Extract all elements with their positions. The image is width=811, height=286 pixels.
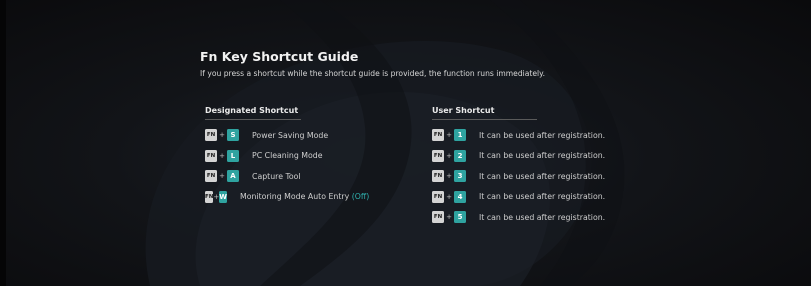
plus-sign: + [446,192,452,201]
key-2-icon: 2 [454,149,466,162]
fn-key-icon: FN [205,190,214,203]
user-shortcut-row-5[interactable]: FN + 5 It can be used after registration… [432,210,632,224]
fn-key-icon: FN [205,149,217,162]
shortcut-row-monitoring-mode[interactable]: FN + W Monitoring Mode Auto Entry (Off) [205,190,369,204]
fn-key-icon: FN [432,170,444,182]
plus-sign: + [219,172,225,180]
designated-shortcut-column: Designated Shortcut FN + S Power Saving … [205,106,369,210]
key-1-icon: 1 [454,129,466,141]
shortcut-label-text: Monitoring Mode Auto Entry [239,192,350,201]
left-edge [0,0,6,286]
shortcut-label: It can be used after registration. [479,130,606,140]
fn-key-icon: FN [432,211,444,223]
designated-shortcut-heading: Designated Shortcut [205,106,301,120]
wallpaper-swirl [145,0,625,286]
plus-sign: + [219,131,225,139]
plus-sign: + [219,151,225,160]
shortcut-label: Monitoring Mode Auto Entry (Off) [240,192,369,201]
page-subtitle: If you press a shortcut while the shortc… [200,69,545,78]
status-badge: (Off) [351,192,370,201]
shortcut-label: PC Cleaning Mode [252,151,323,160]
user-shortcut-row-3[interactable]: FN + 3 It can be used after registration… [432,169,632,183]
shortcut-label: It can be used after registration. [479,171,606,181]
shortcut-label: It can be used after registration. [479,151,606,160]
shortcut-label: It can be used after registration. [479,212,606,222]
user-shortcut-row-1[interactable]: FN + 1 It can be used after registration… [432,128,632,142]
fn-key-icon: FN [432,190,444,203]
shortcut-row-pc-cleaning[interactable]: FN + L PC Cleaning Mode [205,149,365,163]
user-shortcut-row-4[interactable]: FN + 4 It can be used after registration… [432,190,632,204]
fn-key-icon: FN [432,129,444,141]
key-4-icon: 4 [454,190,466,203]
user-shortcut-row-2[interactable]: FN + 2 It can be used after registration… [432,149,632,163]
key-3-icon: 3 [454,170,466,182]
fn-key-icon: FN [205,170,217,182]
key-5-icon: 5 [454,211,466,223]
key-s-icon: S [227,129,239,141]
user-shortcut-heading: User Shortcut [432,106,537,120]
shortcut-guide-screen: Fn Key Shortcut Guide If you press a sho… [0,0,811,286]
plus-sign: + [446,131,452,139]
key-a-icon: A [227,170,239,182]
user-shortcut-column: User Shortcut FN + 1 It can be used afte… [432,106,632,231]
page-title: Fn Key Shortcut Guide [200,49,359,64]
key-l-icon: L [227,149,239,162]
shortcut-label: It can be used after registration. [479,192,606,201]
fn-key-icon: FN [205,129,217,141]
shortcut-label: Power Saving Mode [252,130,329,140]
key-w-icon: W [219,190,227,203]
shortcut-label: Capture Tool [252,171,301,181]
plus-sign: + [446,151,452,160]
fn-key-icon: FN [432,149,444,162]
plus-sign: + [446,172,452,180]
shortcut-row-capture-tool[interactable]: FN + A Capture Tool [205,169,365,183]
shortcut-row-power-saving[interactable]: FN + S Power Saving Mode [205,128,365,142]
guide-header: Fn Key Shortcut Guide If you press a sho… [200,49,620,78]
plus-sign: + [446,213,452,221]
